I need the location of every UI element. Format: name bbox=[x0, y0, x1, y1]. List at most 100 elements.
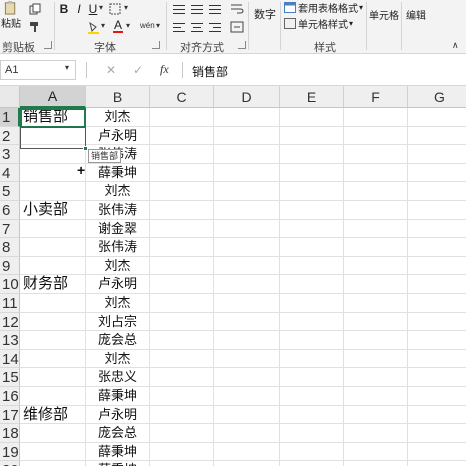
cell-c17[interactable] bbox=[150, 405, 214, 425]
cell-d13[interactable] bbox=[214, 331, 280, 350]
column-header-b[interactable]: B bbox=[86, 86, 150, 108]
cell-e5[interactable] bbox=[280, 182, 344, 201]
cell-b1[interactable]: 刘杰 bbox=[86, 108, 150, 127]
cell-b4[interactable]: 薛秉坤 bbox=[86, 163, 150, 183]
cell-styles-button[interactable]: 单元格样式 ▾ bbox=[284, 16, 364, 31]
cell-b12[interactable]: 刘占宗 bbox=[86, 312, 150, 332]
cell-g11[interactable] bbox=[408, 294, 466, 313]
row-header[interactable]: 9 bbox=[0, 256, 20, 276]
cell-f7[interactable] bbox=[344, 219, 408, 239]
cell-d16[interactable] bbox=[214, 387, 280, 406]
cell-e6[interactable] bbox=[280, 201, 344, 220]
align-top-icon[interactable] bbox=[172, 2, 186, 16]
cell-f6[interactable] bbox=[344, 201, 408, 220]
cell-c8[interactable] bbox=[150, 238, 214, 257]
cell-e19[interactable] bbox=[280, 442, 344, 462]
cell-f9[interactable] bbox=[344, 256, 408, 276]
cell-b7[interactable]: 谢金翠 bbox=[86, 219, 150, 239]
cell-e20[interactable] bbox=[280, 461, 344, 466]
cell-c12[interactable] bbox=[150, 312, 214, 332]
cell-g3[interactable] bbox=[408, 145, 466, 164]
cell-d20[interactable] bbox=[214, 461, 280, 466]
cell-b15[interactable]: 张忠义 bbox=[86, 368, 150, 387]
cell-g8[interactable] bbox=[408, 238, 466, 257]
cell-a5[interactable] bbox=[20, 182, 86, 201]
underline-button[interactable]: U bbox=[88, 2, 98, 16]
cell-c11[interactable] bbox=[150, 294, 214, 313]
cell-f17[interactable] bbox=[344, 405, 408, 425]
font-color-button[interactable]: A bbox=[112, 18, 124, 34]
merge-center-icon[interactable] bbox=[230, 20, 246, 34]
cell-c16[interactable] bbox=[150, 387, 214, 406]
fill-color-icon[interactable] bbox=[86, 20, 100, 34]
row-header[interactable]: 10 bbox=[0, 275, 20, 294]
number-format-button[interactable]: 数字 bbox=[250, 6, 280, 22]
cell-g14[interactable] bbox=[408, 350, 466, 369]
row-header[interactable]: 15 bbox=[0, 368, 20, 387]
font-color-dropdown-icon[interactable]: ▾ bbox=[126, 21, 130, 30]
cell-g6[interactable] bbox=[408, 201, 466, 220]
row-header[interactable]: 5 bbox=[0, 182, 20, 201]
phonetic-guide-button[interactable]: wén bbox=[140, 21, 155, 30]
cell-g13[interactable] bbox=[408, 331, 466, 350]
cell-a14[interactable] bbox=[20, 349, 86, 369]
editing-button[interactable]: 编辑 bbox=[402, 6, 430, 22]
cell-b19[interactable]: 薛秉坤 bbox=[86, 442, 150, 462]
cell-c20[interactable] bbox=[150, 461, 214, 466]
cell-g15[interactable] bbox=[408, 368, 466, 387]
column-header-a[interactable]: A bbox=[20, 86, 86, 108]
cell-d3[interactable] bbox=[214, 145, 280, 164]
cell-c13[interactable] bbox=[150, 331, 214, 350]
cell-a18[interactable] bbox=[20, 424, 86, 443]
cell-d2[interactable] bbox=[214, 126, 280, 146]
row-header[interactable]: 16 bbox=[0, 387, 20, 406]
cell-d8[interactable] bbox=[214, 238, 280, 257]
formula-input[interactable]: 销售部 bbox=[192, 63, 228, 80]
cell-a19[interactable] bbox=[20, 442, 86, 462]
cell-c3[interactable] bbox=[150, 145, 214, 164]
cell-f14[interactable] bbox=[344, 349, 408, 369]
row-header[interactable]: 17 bbox=[0, 405, 20, 425]
cell-g16[interactable] bbox=[408, 387, 466, 406]
cell-a13[interactable] bbox=[20, 331, 86, 350]
copy-icon[interactable] bbox=[28, 2, 42, 16]
cell-a2[interactable] bbox=[20, 126, 86, 146]
cell-g10[interactable] bbox=[408, 275, 466, 294]
cell-e4[interactable] bbox=[280, 163, 344, 183]
row-header[interactable]: 1 bbox=[0, 108, 20, 127]
cell-a11[interactable] bbox=[20, 294, 86, 313]
cell-g7[interactable] bbox=[408, 220, 466, 239]
cell-c7[interactable] bbox=[150, 219, 214, 239]
cell-c14[interactable] bbox=[150, 349, 214, 369]
cell-a3[interactable] bbox=[20, 145, 86, 164]
cell-e9[interactable] bbox=[280, 256, 344, 276]
cell-f3[interactable] bbox=[344, 145, 408, 164]
cell-d18[interactable] bbox=[214, 424, 280, 443]
cell-g20[interactable] bbox=[408, 461, 466, 466]
cell-e17[interactable] bbox=[280, 405, 344, 425]
collapse-ribbon-icon[interactable]: ∧ bbox=[452, 40, 459, 51]
insert-function-icon[interactable]: fx bbox=[160, 62, 169, 77]
cell-f15[interactable] bbox=[344, 368, 408, 387]
wrap-text-icon[interactable] bbox=[230, 2, 246, 16]
row-header[interactable]: 18 bbox=[0, 424, 20, 443]
align-bottom-icon[interactable] bbox=[208, 2, 222, 16]
align-left-icon[interactable] bbox=[172, 20, 186, 34]
cell-c5[interactable] bbox=[150, 182, 214, 201]
fill-handle[interactable] bbox=[83, 146, 88, 151]
cell-c9[interactable] bbox=[150, 256, 214, 276]
cell-f1[interactable] bbox=[344, 108, 408, 127]
cell-f19[interactable] bbox=[344, 442, 408, 462]
cell-a10[interactable]: 财务部 bbox=[20, 275, 86, 294]
cell-f20[interactable] bbox=[344, 461, 408, 466]
cell-g12[interactable] bbox=[408, 313, 466, 332]
row-header[interactable]: 7 bbox=[0, 219, 20, 239]
fill-color-dropdown-icon[interactable]: ▾ bbox=[101, 21, 105, 30]
confirm-entry-icon[interactable]: ✓ bbox=[133, 63, 143, 77]
cell-c19[interactable] bbox=[150, 442, 214, 462]
cell-g5[interactable] bbox=[408, 182, 466, 201]
cell-e2[interactable] bbox=[280, 126, 344, 146]
italic-button[interactable]: I bbox=[74, 2, 84, 16]
cell-g2[interactable] bbox=[408, 127, 466, 146]
cell-b11[interactable]: 刘杰 bbox=[86, 294, 150, 313]
